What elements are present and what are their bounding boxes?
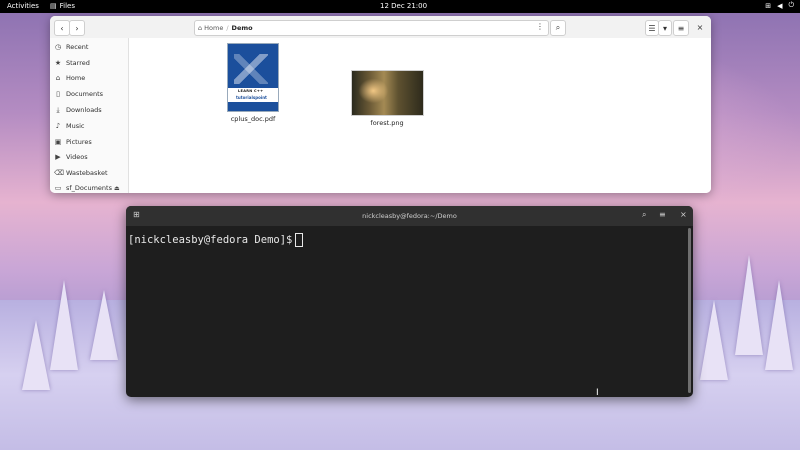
music-icon: ♪ bbox=[55, 122, 61, 130]
home-icon: ⌂ bbox=[55, 74, 61, 82]
pdf-cover-title: LEARN C++ bbox=[238, 89, 264, 93]
back-button[interactable]: ‹ bbox=[54, 20, 70, 36]
sidebar-item-videos[interactable]: ▶ Videos bbox=[54, 150, 88, 164]
terminal-prompt-line: [nickcleasby@fedora Demo]$ bbox=[128, 233, 304, 247]
close-icon: × bbox=[696, 22, 704, 32]
view-options-button[interactable]: ▾ bbox=[658, 20, 672, 36]
search-button[interactable]: ⌕ bbox=[642, 210, 646, 220]
document-icon: ▯ bbox=[56, 90, 60, 98]
download-icon: ⤓ bbox=[56, 105, 60, 114]
app-menu[interactable]: ▤ Files bbox=[50, 2, 75, 10]
shell-prompt: [nickcleasby@fedora Demo]$ bbox=[128, 234, 293, 246]
chevron-right-icon: › bbox=[75, 23, 79, 33]
main-menu-button[interactable]: ≡ bbox=[673, 20, 689, 36]
snow-tree bbox=[700, 300, 728, 380]
sidebar-item-label: Starred bbox=[66, 59, 90, 67]
close-button[interactable]: × bbox=[680, 210, 687, 219]
activities-button[interactable]: Activities bbox=[7, 2, 39, 10]
pdf-cover-graphic bbox=[234, 54, 268, 84]
path-label-home: Home bbox=[204, 24, 224, 32]
terminal-title: nickcleasby@fedora:~/Demo bbox=[362, 212, 457, 220]
image-thumbnail bbox=[350, 70, 424, 116]
sidebar-item-home[interactable]: ⌂ Home bbox=[54, 71, 85, 85]
snow-tree bbox=[22, 320, 50, 390]
sidebar-item-label: Wastebasket bbox=[66, 169, 108, 177]
picture-icon: ▣ bbox=[54, 138, 62, 146]
sidebar-item-downloads[interactable]: ⤓ Downloads bbox=[54, 103, 102, 117]
files-sidebar: ◷ Recent ★ Starred ⌂ Home ▯ Documents ⤓ Downl… bbox=[50, 38, 129, 193]
snow-tree bbox=[765, 280, 793, 370]
snow-tree bbox=[50, 280, 78, 370]
sidebar-item-recent[interactable]: ◷ Recent bbox=[54, 40, 89, 54]
sidebar-item-label: Pictures bbox=[66, 138, 92, 146]
clock-icon: ◷ bbox=[54, 43, 62, 51]
file-item-image[interactable]: forest.png bbox=[350, 70, 424, 127]
sidebar-item-label: Music bbox=[66, 122, 85, 130]
trash-icon: ⌫ bbox=[54, 169, 64, 177]
path-bar[interactable]: ⌂ Home / Demo ⋮ bbox=[194, 20, 549, 36]
sidebar-item-pictures[interactable]: ▣ Pictures bbox=[54, 135, 92, 149]
search-icon: ⌕ bbox=[555, 23, 561, 32]
pdf-cover-band: LEARN C++ tutorialspoint bbox=[228, 88, 278, 102]
power-icon: ⏻ bbox=[788, 1, 794, 9]
sidebar-item-documents[interactable]: ▯ Documents bbox=[54, 87, 103, 101]
sidebar-item-wastebasket[interactable]: ⌫ Wastebasket bbox=[54, 166, 108, 180]
view-list-button[interactable]: ☰ bbox=[645, 20, 659, 36]
hamburger-menu-icon: ≡ bbox=[659, 210, 666, 219]
top-bar: Activities ▤ Files 12 Dec 21:00 ⊞ ◀ ⏻ bbox=[0, 0, 800, 13]
terminal-scrollbar[interactable] bbox=[688, 228, 691, 393]
files-app-icon: ▤ bbox=[50, 2, 57, 10]
text-cursor bbox=[295, 233, 304, 247]
search-icon: ⌕ bbox=[642, 210, 647, 219]
sidebar-item-label: Documents bbox=[66, 90, 104, 98]
video-icon: ▶ bbox=[55, 153, 61, 161]
files-headerbar: ‹ › ⌂ Home / Demo ⋮ ⌕ ☰ ▾ ≡ × bbox=[50, 16, 711, 39]
network-icon: ⊞ bbox=[765, 1, 772, 10]
drive-icon: ▭ bbox=[54, 184, 62, 192]
pdf-cover-brand: tutorialspoint bbox=[236, 95, 267, 100]
terminal-headerbar: ⊞ nickcleasby@fedora:~/Demo ⌕ ≡ × bbox=[126, 206, 693, 226]
snow-tree bbox=[735, 255, 763, 355]
sidebar-item-label: Home bbox=[66, 74, 86, 82]
path-segment-home[interactable]: ⌂ Home bbox=[195, 24, 226, 32]
sidebar-item-label: Downloads bbox=[66, 106, 102, 114]
pdf-thumbnail: LEARN C++ tutorialspoint bbox=[227, 43, 279, 112]
app-menu-label: Files bbox=[59, 2, 75, 10]
home-icon: ⌂ bbox=[198, 24, 203, 32]
chevron-down-icon: ▾ bbox=[662, 23, 667, 33]
sidebar-item-starred[interactable]: ★ Starred bbox=[54, 56, 90, 70]
sidebar-item-label: Recent bbox=[66, 43, 89, 51]
volume-icon: ◀ bbox=[777, 1, 783, 10]
chevron-left-icon: ‹ bbox=[60, 23, 64, 33]
sidebar-item-label: sf_Documents bbox=[66, 184, 112, 192]
files-window: ‹ › ⌂ Home / Demo ⋮ ⌕ ☰ ▾ ≡ × ◷ Recent ★ S… bbox=[50, 16, 711, 193]
close-icon: × bbox=[680, 210, 687, 219]
hamburger-menu-icon: ≡ bbox=[677, 23, 685, 33]
sidebar-item-music[interactable]: ♪ Music bbox=[54, 119, 85, 133]
snow-tree bbox=[90, 290, 118, 360]
file-item-pdf[interactable]: LEARN C++ tutorialspoint cplus_doc.pdf bbox=[223, 43, 283, 123]
eject-icon[interactable]: ⏏ bbox=[114, 185, 120, 192]
terminal-window: ⊞ nickcleasby@fedora:~/Demo ⌕ ≡ × [nickc… bbox=[126, 206, 693, 397]
clock[interactable]: 12 Dec 21:00 bbox=[380, 2, 427, 10]
list-view-icon: ☰ bbox=[648, 23, 656, 33]
more-options-icon[interactable]: ⋮ bbox=[536, 22, 544, 31]
file-name: forest.png bbox=[370, 119, 404, 127]
system-status-area[interactable]: ⊞ ◀ ⏻ bbox=[765, 1, 794, 10]
search-button[interactable]: ⌕ bbox=[550, 20, 566, 36]
star-icon: ★ bbox=[54, 59, 62, 67]
path-segment-current[interactable]: Demo bbox=[229, 24, 256, 32]
terminal-body[interactable]: [nickcleasby@fedora Demo]$ bbox=[128, 226, 687, 397]
sidebar-item-sf-documents[interactable]: ▭ sf_Documents ⏏ bbox=[54, 181, 120, 193]
forward-button[interactable]: › bbox=[69, 20, 85, 36]
menu-button[interactable]: ≡ bbox=[659, 210, 666, 219]
file-name: cplus_doc.pdf bbox=[230, 115, 276, 123]
file-view: LEARN C++ tutorialspoint cplus_doc.pdf f… bbox=[129, 38, 711, 193]
sidebar-item-label: Videos bbox=[66, 153, 88, 161]
close-button[interactable]: × bbox=[695, 20, 705, 34]
ibeam-cursor-icon: I bbox=[596, 388, 599, 398]
